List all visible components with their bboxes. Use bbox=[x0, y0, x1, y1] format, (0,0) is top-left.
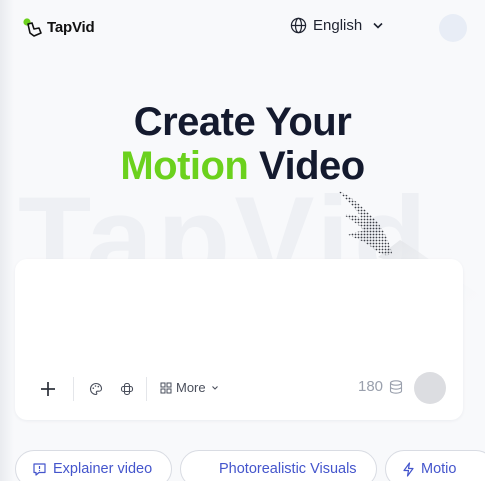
chip-label: Explainer video bbox=[53, 461, 153, 477]
toolbar-divider bbox=[73, 377, 74, 401]
avatar[interactable] bbox=[439, 14, 467, 42]
chip-motion[interactable]: Motio bbox=[385, 450, 485, 481]
plus-icon bbox=[41, 382, 55, 396]
credits-value: 180 bbox=[358, 378, 384, 395]
language-label: English bbox=[313, 17, 363, 34]
generate-button[interactable] bbox=[414, 372, 446, 404]
more-label: More bbox=[176, 380, 206, 395]
chip-label: Motio bbox=[421, 461, 457, 477]
move-icon bbox=[120, 382, 134, 396]
lightning-icon bbox=[403, 461, 414, 477]
logo[interactable]: TapVid bbox=[22, 16, 95, 38]
left-edge-shade bbox=[0, 0, 14, 481]
chat-icon bbox=[33, 462, 46, 476]
hero-title-rest: Video bbox=[259, 144, 365, 188]
chip-label: Photorealistic Visuals bbox=[219, 461, 357, 477]
hero-title-line2: Motion Video bbox=[0, 144, 485, 189]
hero-title-line1: Create Your bbox=[133, 100, 352, 144]
grid-icon bbox=[160, 382, 172, 393]
credits-counter: 180 bbox=[358, 378, 404, 395]
chevron-down-icon bbox=[211, 385, 218, 390]
coin-stack-icon bbox=[389, 379, 403, 394]
style-button[interactable] bbox=[85, 378, 107, 400]
toolbar-divider bbox=[146, 377, 147, 401]
prompt-input[interactable] bbox=[31, 271, 441, 367]
logo-text: TapVid bbox=[47, 18, 95, 36]
globe-icon bbox=[290, 17, 307, 34]
hero-accent-word: Motion bbox=[120, 144, 249, 188]
more-options-button[interactable]: More bbox=[160, 380, 220, 395]
chip-photorealistic-visuals[interactable]: Photorealistic Visuals bbox=[180, 450, 377, 481]
chip-explainer-video[interactable]: Explainer video bbox=[15, 450, 172, 481]
language-selector[interactable]: English bbox=[290, 17, 388, 34]
palette-icon bbox=[90, 382, 103, 396]
prompt-panel: More 180 bbox=[15, 259, 463, 420]
logo-hand-icon bbox=[23, 18, 42, 37]
camera-motion-button[interactable] bbox=[116, 378, 138, 400]
add-button[interactable] bbox=[35, 376, 61, 402]
chevron-down-icon bbox=[373, 22, 383, 29]
